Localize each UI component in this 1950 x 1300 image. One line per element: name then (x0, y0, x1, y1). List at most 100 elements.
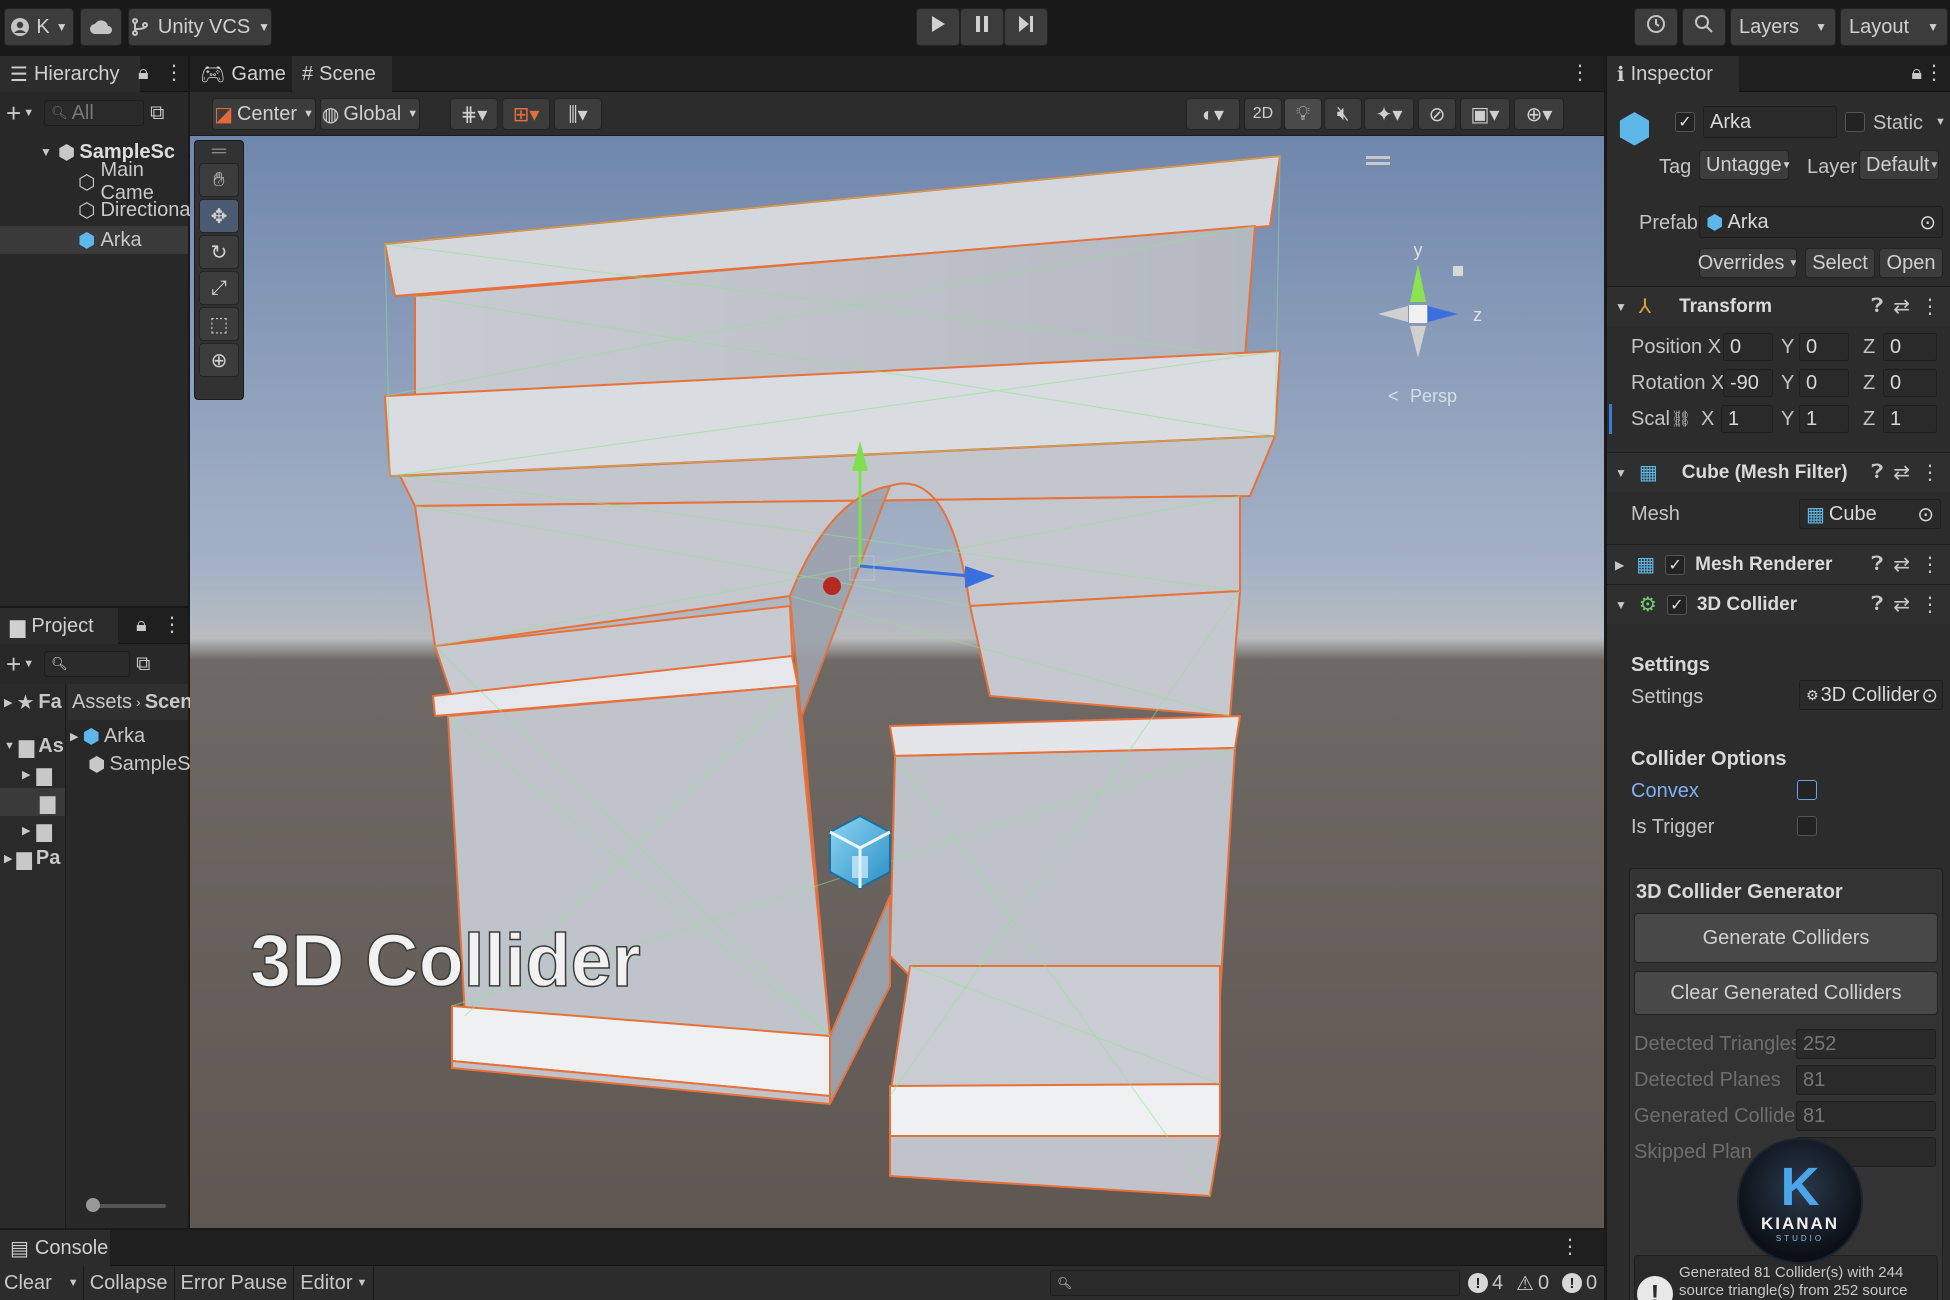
favorites-row[interactable]: ▶ ★ Fa (0, 688, 65, 716)
gizmo-lock-icon[interactable] (1453, 266, 1463, 276)
play-button[interactable] (916, 8, 960, 46)
tag-dropdown[interactable]: Untagge ▼ (1699, 150, 1792, 180)
console-search-input[interactable]: 🔍︎ (1050, 1270, 1460, 1296)
transform-tool-button[interactable]: ⊕ (199, 343, 239, 377)
assets-row[interactable]: ▼ ▆ As (0, 732, 65, 760)
overlay-handle-icon[interactable] (1366, 156, 1390, 159)
persp-label[interactable]: Persp (1410, 386, 1457, 406)
chevron-down-icon[interactable]: ▼ (23, 107, 34, 119)
pause-button[interactable] (960, 8, 1004, 46)
error-count-toggle[interactable]: ! 0 (1562, 1266, 1597, 1300)
breadcrumb-item[interactable]: Assets (72, 691, 132, 714)
generate-colliders-button[interactable]: Generate Colliders (1634, 913, 1938, 963)
rect-tool-button[interactable]: ⬚ (199, 307, 239, 341)
mesh-field[interactable]: ▦ Cube ⊙ (1799, 499, 1941, 529)
folder-row-selected[interactable]: ▆ (0, 788, 65, 816)
move-tool-button[interactable]: ✥ (199, 199, 239, 233)
vcs-dropdown[interactable]: Unity VCS ▼ (128, 8, 272, 46)
convex-checkbox[interactable] (1797, 780, 1817, 800)
help-icon[interactable]: ❓︎ (1871, 461, 1883, 484)
2d-toggle[interactable]: 2D (1244, 98, 1282, 130)
tab-console[interactable]: ▤ Console (0, 1230, 110, 1266)
expand-icon[interactable]: ⧉ (136, 653, 150, 676)
align-button[interactable]: ⫼▾ (554, 98, 602, 130)
collider-header[interactable]: ▼ ⚙ ✓ 3D Collider ❓︎ ⇄ ⋮ (1607, 584, 1950, 624)
history-button[interactable] (1634, 8, 1678, 46)
increment-snap-button[interactable]: ⊞▾ (502, 98, 550, 130)
more-icon[interactable]: ⋮ (1560, 1234, 1580, 1259)
tab-project[interactable]: ▆ Project (0, 608, 118, 644)
scale-x-input[interactable]: 1 (1721, 405, 1773, 433)
log-count-toggle[interactable]: ! 4 (1468, 1266, 1503, 1300)
tab-game[interactable]: 🎮︎ Game (190, 56, 290, 92)
hand-tool-button[interactable]: ✋︎ (199, 163, 239, 197)
hierarchy-search-input[interactable]: 🔍︎ All (44, 100, 145, 126)
position-z-input[interactable]: 0 (1883, 333, 1937, 361)
preset-icon[interactable]: ⇄ (1893, 460, 1910, 485)
target-icon[interactable]: ⊙ (1921, 683, 1938, 708)
scale-tool-button[interactable]: ⤢ (199, 271, 239, 305)
select-button[interactable]: Select (1805, 248, 1875, 278)
mesh-filter-header[interactable]: ▼ ▦ Cube (Mesh Filter) ❓︎ ⇄ ⋮ (1607, 452, 1950, 492)
more-icon[interactable]: ⋮ (164, 60, 184, 85)
tab-hierarchy[interactable]: ☰ Hierarchy (0, 56, 140, 92)
hierarchy-item[interactable]: ⬡ Main Came (0, 159, 188, 204)
lock-icon[interactable]: 🔒︎ (1911, 62, 1922, 85)
clear-colliders-button[interactable]: Clear Generated Colliders (1634, 971, 1938, 1015)
visibility-toggle[interactable]: ⊘ (1418, 98, 1456, 130)
rotation-x-input[interactable]: -90 (1723, 369, 1773, 397)
editor-dropdown[interactable]: Editor ▼ (294, 1266, 375, 1300)
add-icon[interactable]: + (6, 649, 21, 680)
trigger-checkbox[interactable] (1797, 816, 1817, 836)
packages-row[interactable]: ▶ ▆ Pa (0, 844, 65, 872)
rotate-tool-button[interactable]: ↻ (199, 235, 239, 269)
tab-scene[interactable]: # Scene (292, 56, 392, 92)
error-pause-toggle[interactable]: Error Pause (175, 1266, 295, 1300)
shading-dropdown[interactable]: ◐▾ (1186, 98, 1240, 130)
prefab-field[interactable]: ⬢ Arka ⊙ (1699, 206, 1943, 238)
audio-toggle[interactable]: 🔇︎ (1324, 98, 1362, 130)
camera-dropdown[interactable]: ▣▾ (1460, 98, 1510, 130)
file-item[interactable]: ▶ ⬢ Arka (68, 722, 188, 750)
rotation-y-input[interactable]: 0 (1799, 369, 1849, 397)
tab-inspector[interactable]: ℹ Inspector (1607, 56, 1739, 92)
help-icon[interactable]: ❓︎ (1871, 593, 1883, 616)
zoom-slider[interactable] (86, 1198, 166, 1212)
cloud-button[interactable] (80, 8, 122, 46)
more-icon[interactable]: ⋮ (1924, 60, 1944, 85)
position-y-input[interactable]: 0 (1799, 333, 1849, 361)
project-search-input[interactable]: 🔍︎ (44, 651, 131, 677)
lock-icon[interactable]: 🔒︎ (136, 614, 147, 637)
more-icon[interactable]: ⋮ (1920, 592, 1940, 617)
slider-handle[interactable] (86, 1198, 100, 1212)
collider-enabled-checkbox[interactable]: ✓ (1666, 594, 1687, 615)
lighting-toggle[interactable]: 💡︎ (1284, 98, 1322, 130)
active-checkbox[interactable]: ✓ (1675, 112, 1695, 132)
link-icon[interactable]: ⛓︎ (1671, 409, 1691, 429)
search-button[interactable] (1682, 8, 1726, 46)
preset-icon[interactable]: ⇄ (1893, 294, 1910, 319)
breadcrumb-item[interactable]: Scen (145, 691, 193, 714)
transform-header[interactable]: ▼ ⅄ Transform ❓︎ ⇄ ⋮ (1607, 286, 1950, 326)
object-name-input[interactable]: Arka (1703, 106, 1837, 138)
mesh-renderer-enabled-checkbox[interactable]: ✓ (1665, 554, 1686, 575)
hierarchy-item-selected[interactable]: ⬢ Arka (0, 226, 188, 254)
help-icon[interactable]: ❓︎ (1871, 553, 1883, 576)
warning-count-toggle[interactable]: ⚠ 0 (1516, 1266, 1549, 1300)
preset-icon[interactable]: ⇄ (1893, 592, 1910, 617)
more-icon[interactable]: ⋮ (1920, 552, 1940, 577)
settings-field[interactable]: ⚙ 3D Collider S ⊙ (1799, 680, 1943, 710)
help-icon[interactable]: ❓︎ (1871, 295, 1883, 318)
more-icon[interactable]: ⋮ (162, 612, 182, 637)
folder-row[interactable]: ▶ ▆ (0, 816, 65, 844)
folder-row[interactable]: ▶ ▆ (0, 760, 65, 788)
grid-snap-button[interactable]: ⋕▾ (450, 98, 498, 130)
chevron-down-icon[interactable]: ▼ (1935, 116, 1946, 128)
layout-dropdown[interactable]: Layout ▼ (1840, 8, 1948, 46)
static-checkbox[interactable] (1845, 112, 1865, 132)
overlay-grip-icon[interactable]: ═ (195, 140, 243, 162)
target-icon[interactable]: ⊙ (1917, 502, 1934, 527)
gizmos-dropdown[interactable]: ⊕▾ (1514, 98, 1564, 130)
position-x-input[interactable]: 0 (1723, 333, 1773, 361)
layer-dropdown[interactable]: Default ▼ (1859, 150, 1939, 180)
